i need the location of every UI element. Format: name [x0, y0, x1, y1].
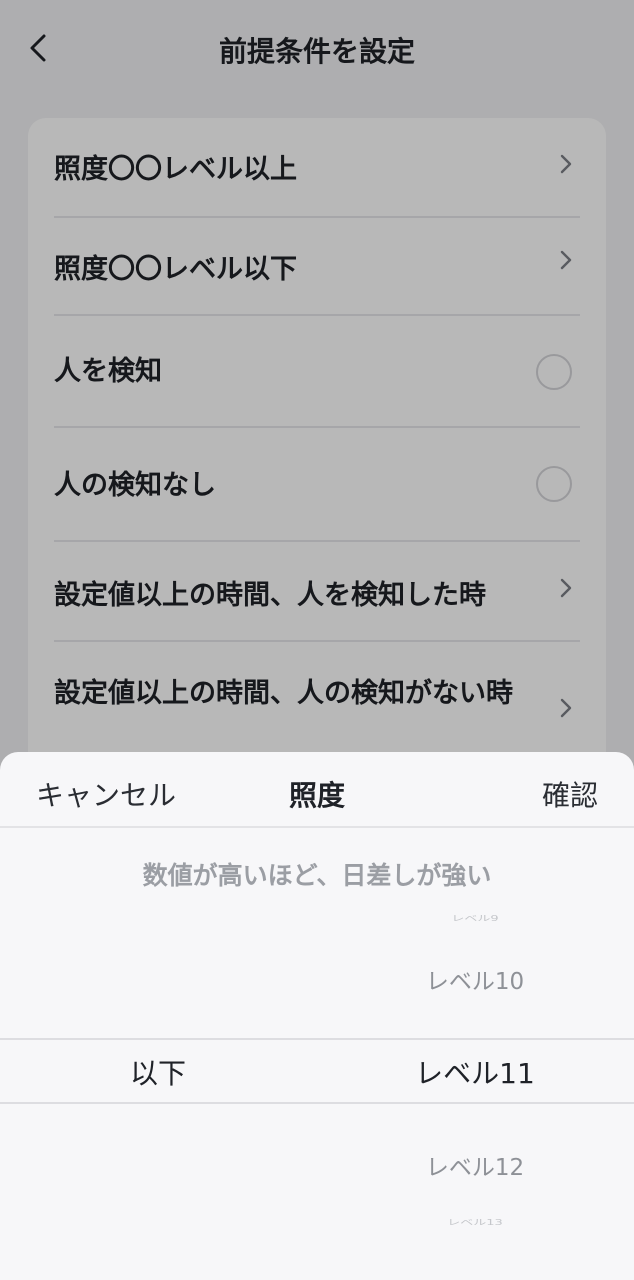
comparison-picker-selected[interactable]: 以下: [130, 1052, 186, 1092]
level-option[interactable]: レベル12: [350, 1148, 600, 1182]
level-option[interactable]: レベル10: [350, 962, 600, 996]
picker-selection-top-line: [0, 1038, 634, 1040]
cancel-button[interactable]: キャンセル: [36, 774, 176, 814]
level-option[interactable]: レベル9: [350, 912, 600, 923]
picker-hint: 数値が高いほど、日差しが強い: [142, 861, 492, 890]
picker-selection-bottom-line: [0, 1102, 634, 1104]
illuminance-picker-sheet: キャンセル 照度 確認 数値が高いほど、日差しが強い 以下 レベル9 レベル10…: [0, 752, 634, 1280]
level-option-selected[interactable]: レベル11: [350, 1052, 600, 1092]
confirm-button[interactable]: 確認: [542, 774, 598, 814]
level-option[interactable]: レベル13: [350, 1216, 600, 1227]
sheet-header: キャンセル 照度 確認: [0, 752, 634, 828]
